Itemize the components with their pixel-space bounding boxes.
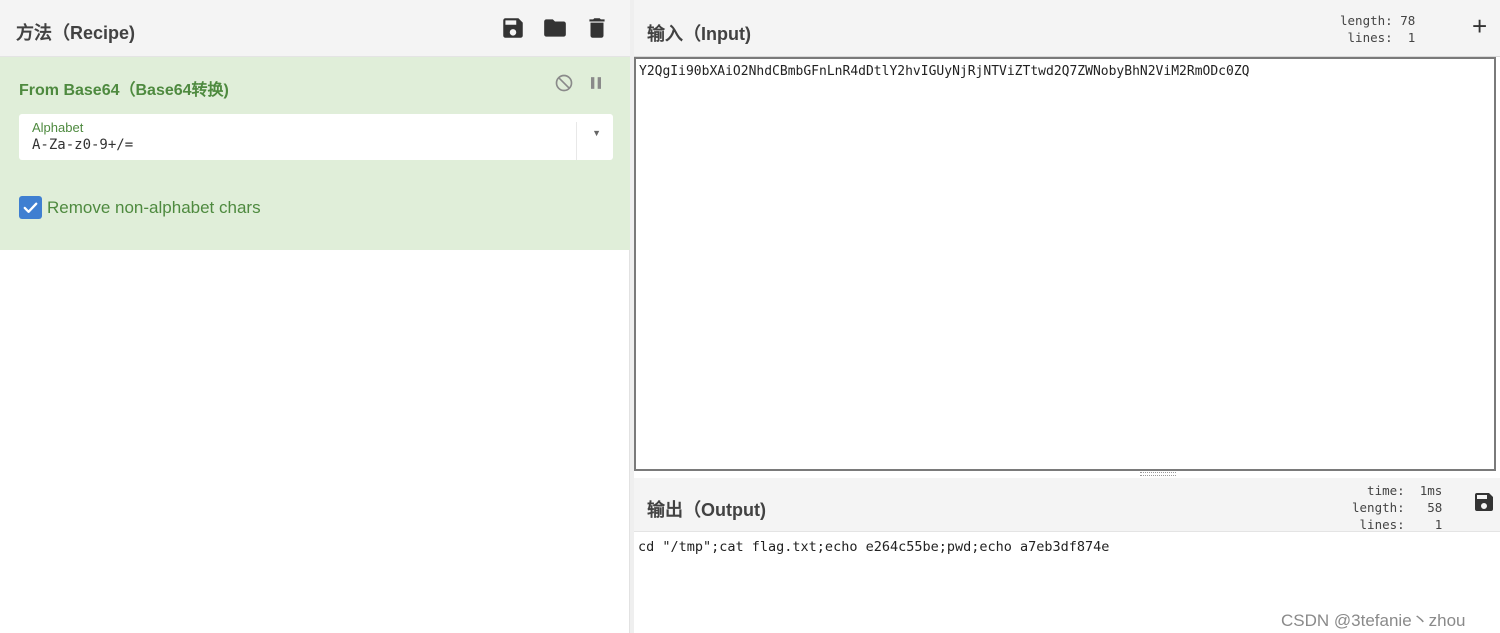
output-stats: time: 1ms length: 58 lines: 1 [1352, 483, 1443, 532]
pause-icon[interactable] [586, 73, 606, 93]
input-text: Y2QgIi90bXAiO2NhdCBmbGFnLnR4dDtlY2hvIGUy… [639, 64, 1250, 79]
output-header: 输出（Output) time: 1ms length: 58 lines: 1 [634, 478, 1500, 532]
save-output-icon[interactable] [1472, 490, 1496, 514]
alphabet-separator [576, 122, 577, 160]
add-tab-icon[interactable]: + [1472, 13, 1487, 39]
operation-title: From Base64（Base64转换) [19, 82, 229, 99]
remove-non-alphabet-checkbox[interactable] [19, 196, 42, 219]
output-title: 输出（Output) [647, 500, 766, 520]
trash-icon[interactable] [584, 15, 610, 41]
watermark: CSDN @3tefanie丶zhou [1281, 611, 1466, 630]
resize-handle[interactable] [1140, 472, 1176, 476]
output-text: cd "/tmp";cat flag.txt;echo e264c55be;pw… [638, 539, 1110, 555]
alphabet-label: Alphabet [32, 120, 84, 135]
recipe-header: 方法（Recipe) [0, 0, 630, 57]
input-stats: length: 78 lines: 1 [1340, 13, 1416, 45]
alphabet-value[interactable]: A-Za-z0-9+/= [32, 137, 133, 153]
operation-block: From Base64（Base64转换) Alphabet A-Za-z0-9… [0, 57, 630, 250]
alphabet-select[interactable]: Alphabet A-Za-z0-9+/= ▼ [19, 114, 613, 160]
recipe-panel: 方法（Recipe) From Base64（Base64转换) Alphabe… [0, 0, 630, 633]
input-title: 输入（Input) [647, 24, 751, 44]
dropdown-caret-icon[interactable]: ▼ [592, 128, 601, 138]
input-header: 输入（Input) length: 78 lines: 1 + [634, 0, 1500, 57]
input-textarea[interactable]: Y2QgIi90bXAiO2NhdCBmbGFnLnR4dDtlY2hvIGUy… [634, 57, 1496, 471]
disable-icon[interactable] [554, 73, 574, 93]
recipe-title: 方法（Recipe) [16, 23, 136, 43]
folder-icon[interactable] [542, 15, 568, 41]
remove-non-alphabet-label: Remove non-alphabet chars [47, 198, 261, 217]
save-recipe-icon[interactable] [500, 15, 526, 41]
